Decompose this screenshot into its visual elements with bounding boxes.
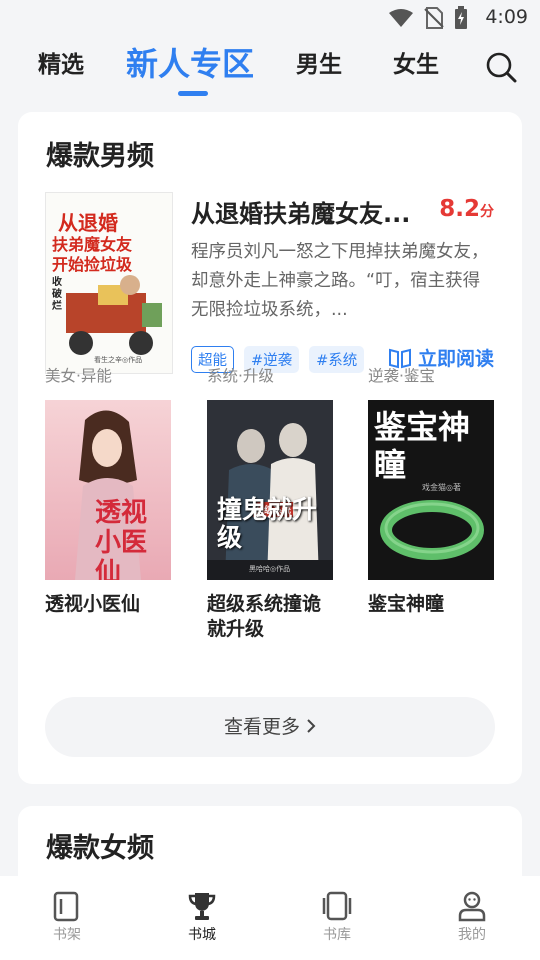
book-title[interactable]: 透视小医仙 (45, 592, 173, 617)
view-more-label: 查看更多 (223, 716, 300, 738)
featured-book-description: 程序员刘凡一怒之下甩掉扶弟魔女友，却意外走上神豪之路。“叮，宿主获得无限捡垃圾系… (191, 242, 489, 320)
bookshelf-icon (53, 891, 79, 922)
nav-bookshelf[interactable]: 书架 (37, 890, 97, 944)
trophy-icon (188, 893, 216, 920)
book-cover-author: 黑哈哈◎作品 (249, 565, 291, 573)
view-more-button[interactable]: 查看更多 (45, 697, 495, 757)
book-item[interactable]: 鉴宝神瞳 戏金猫◎著 鉴宝神瞳 (368, 400, 496, 617)
library-icon (322, 891, 352, 921)
nav-label: 书架 (53, 927, 81, 943)
nav-label: 我的 (458, 927, 486, 943)
book-tags: 美女·异能 (45, 367, 112, 385)
nav-profile[interactable]: 我的 (442, 890, 502, 944)
book-cover[interactable]: 鉴宝神瞳 戏金猫◎著 (368, 400, 494, 580)
chevron-right-icon (307, 719, 316, 733)
score-unit: 分 (480, 204, 494, 220)
book-score: 8.2分 (439, 196, 494, 222)
nav-label: 书库 (323, 927, 351, 943)
status-bar: 4:09 (0, 0, 540, 36)
section-title: 爆款女频 (46, 833, 154, 864)
section-title: 爆款男频 (46, 141, 154, 172)
nav-label: 书城 (188, 927, 216, 943)
bottom-nav: 书架 书城 书库 我的 (0, 876, 540, 960)
book-cover-text: 鉴宝神瞳 (374, 408, 471, 484)
tab-featured[interactable]: 精选 (38, 36, 84, 94)
tab-female[interactable]: 女生 (393, 36, 439, 94)
wifi-icon (389, 9, 413, 27)
book-tags: 系统·升级 (207, 367, 274, 385)
book-title[interactable]: 超级系统撞诡就升级 (207, 592, 335, 642)
score-value: 8.2 (439, 196, 480, 222)
tab-male[interactable]: 男生 (296, 36, 342, 94)
book-item[interactable]: 透视小医仙 透视小医仙 (45, 400, 173, 617)
featured-book-cover[interactable]: 从退婚 扶弟魔女友 开始捡垃圾 收破烂 看生之辛◎作品 (45, 192, 173, 374)
book-cover[interactable]: 超级系统 撞鬼就升级 黑哈哈◎作品 (207, 400, 333, 580)
nav-bookstore[interactable]: 书城 (172, 890, 232, 944)
status-time: 4:09 (485, 6, 528, 28)
profile-icon (458, 891, 486, 922)
book-cover[interactable]: 透视小医仙 (45, 400, 171, 580)
battery-charging-icon (455, 6, 467, 29)
book-cover-text: 透视小医仙 (95, 498, 148, 580)
top-tab-bar: 精选 新人专区 男生 女生 (0, 36, 540, 98)
no-sim-icon (424, 7, 444, 29)
nav-library[interactable]: 书库 (307, 890, 367, 944)
status-icons (388, 6, 468, 30)
featured-cover-line: 开始捡垃圾 (52, 255, 133, 274)
book-cover-text: 撞鬼就升级 (217, 495, 318, 552)
book-cover-author: 戏金猫◎著 (422, 483, 461, 492)
search-icon[interactable] (484, 50, 518, 84)
book-cover-art (207, 400, 333, 580)
book-tags: 逆袭·鉴宝 (368, 367, 435, 385)
male-section-card: 爆款男频 从退婚 扶弟魔女友 开始捡垃圾 收破烂 看生之辛◎作品 从退婚扶弟魔女… (18, 112, 522, 784)
active-tab-indicator (178, 91, 208, 96)
book-title[interactable]: 鉴宝神瞳 (368, 592, 496, 617)
book-item[interactable]: 超级系统 撞鬼就升级 黑哈哈◎作品 超级系统撞诡就升级 (207, 400, 335, 642)
featured-book-title[interactable]: 从退婚扶弟魔女友... (191, 194, 431, 229)
featured-cover-side-text: 收破烂 (52, 277, 62, 312)
tab-newcomer-zone[interactable]: 新人专区 (126, 36, 254, 94)
tag[interactable]: #系统 (309, 346, 365, 373)
